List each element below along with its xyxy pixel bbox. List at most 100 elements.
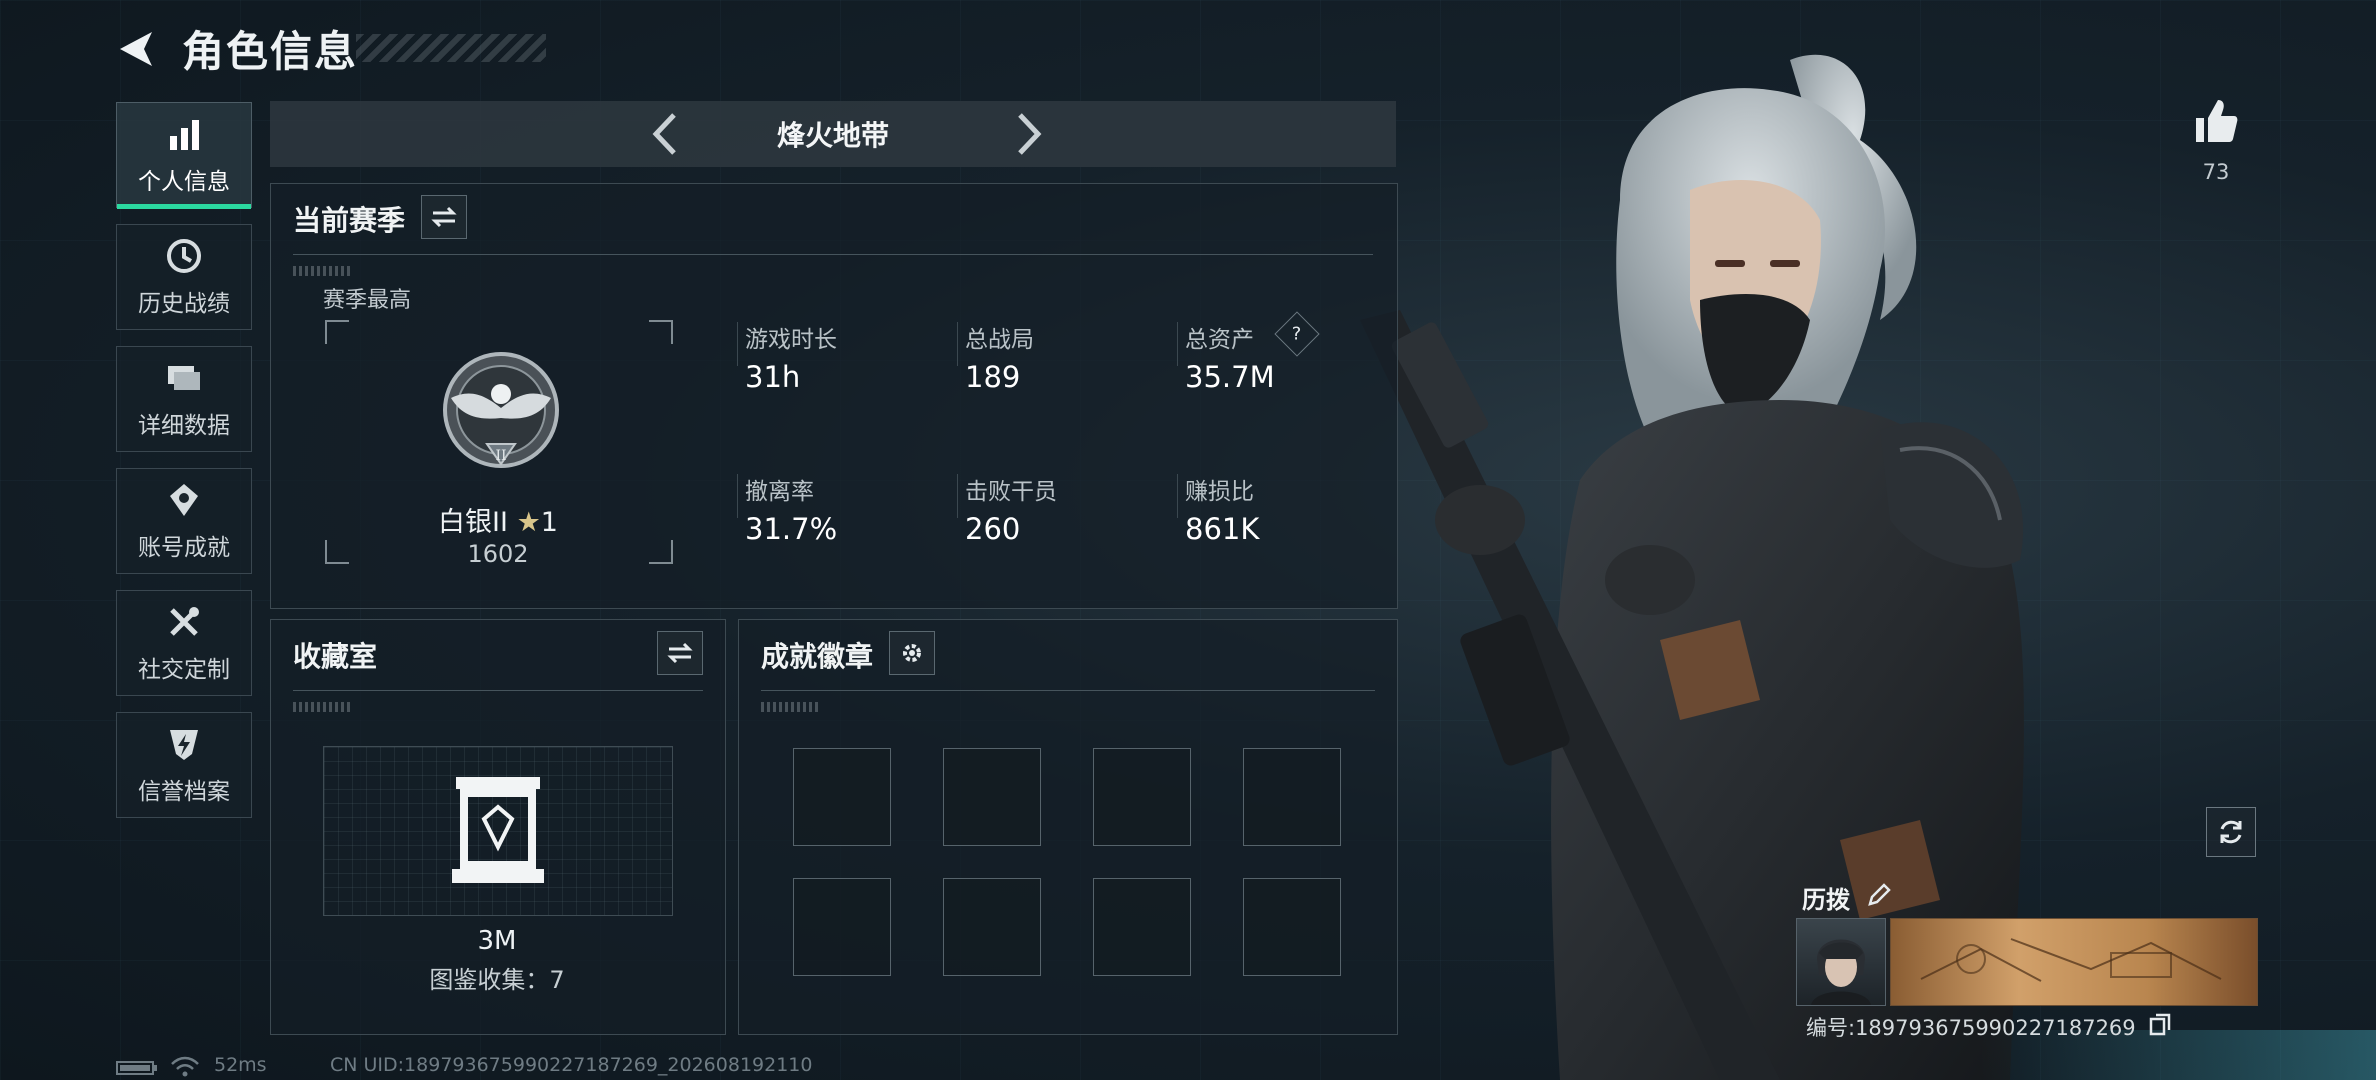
- sidebar-item-detailed-data[interactable]: 详细数据: [116, 346, 252, 452]
- collection-panel[interactable]: 收藏室 3M 图鉴收集：7: [270, 619, 726, 1035]
- edit-pencil-icon[interactable]: [1866, 882, 1892, 908]
- stat-value-profit-ratio: 861K: [1185, 512, 1260, 546]
- achievement-panel[interactable]: 成就徽章: [738, 619, 1398, 1035]
- player-id: 编号:189793675990227187269: [1806, 1016, 2136, 1040]
- badge-slot[interactable]: [1093, 878, 1191, 976]
- badge-slot[interactable]: [1243, 878, 1341, 976]
- page-title: 角色信息: [182, 27, 359, 76]
- sidebar-item-match-history[interactable]: 历史战绩: [116, 224, 252, 330]
- name-card-banner[interactable]: [1890, 918, 2258, 1006]
- collection-switch-button[interactable]: [657, 631, 703, 675]
- stat-separator: [957, 322, 958, 366]
- stat-separator: [1177, 322, 1178, 366]
- ping-value: 52ms: [214, 1054, 267, 1076]
- stat-label-total-assets: 总资产: [1185, 327, 1254, 353]
- stat-separator: [737, 474, 738, 518]
- player-nickname: 历拨: [1802, 886, 1850, 914]
- season-panel-title: 当前赛季: [293, 204, 406, 237]
- collection-value: 3M: [477, 926, 517, 956]
- battery-icon: [116, 1061, 157, 1075]
- rank-line: 白银II ★1: [325, 500, 671, 539]
- svg-text:II: II: [495, 448, 506, 464]
- badge-slot[interactable]: [943, 878, 1041, 976]
- rank-emblem-icon: II: [443, 352, 559, 468]
- sidebar-item-personal-info[interactable]: 个人信息: [116, 102, 252, 209]
- thumbs-up-icon[interactable]: [2190, 96, 2240, 146]
- stat-label-profit-ratio: 赚损比: [1185, 479, 1254, 505]
- bar-chart-icon: [170, 120, 199, 150]
- divider: [293, 254, 1373, 255]
- collection-showcase: [323, 746, 673, 916]
- stat-label-extract-rate: 撤离率: [745, 479, 814, 505]
- sidebar-item-achievements[interactable]: 账号成就: [116, 468, 252, 574]
- achievement-panel-title: 成就徽章: [761, 640, 874, 673]
- title-decoration: [356, 34, 546, 62]
- swap-icon: [667, 642, 693, 664]
- frame-corner: [649, 320, 673, 344]
- gear-icon: [903, 644, 921, 662]
- stat-value-extract-rate: 31.7%: [745, 512, 838, 546]
- divider: [293, 690, 703, 691]
- tools-icon: [170, 607, 199, 636]
- mode-switcher: 烽火地带: [270, 101, 1396, 167]
- folder-icon: [168, 366, 200, 390]
- star-icon: ★: [516, 507, 541, 538]
- stat-label-playtime: 游戏时长: [745, 327, 837, 353]
- clock-icon: [167, 239, 201, 273]
- sidebar-item-credit-file[interactable]: 信誉档案: [116, 712, 252, 818]
- stat-label-kills: 击败干员: [965, 479, 1057, 505]
- sidebar-item-label: 个人信息: [138, 169, 230, 195]
- help-icon: ?: [1292, 323, 1302, 345]
- achievement-settings-button[interactable]: [889, 631, 935, 675]
- badge-slot[interactable]: [1243, 748, 1341, 846]
- stat-separator: [1177, 474, 1178, 518]
- stat-separator: [957, 474, 958, 518]
- sidebar-item-label: 信誉档案: [138, 779, 230, 805]
- shield-bolt-icon: [170, 730, 198, 760]
- uid-text: CN UID:189793675990227187269_20260819211…: [330, 1054, 813, 1076]
- stat-value-total-assets: 35.7M: [1185, 360, 1275, 394]
- stat-value-kills: 260: [965, 512, 1021, 546]
- help-button[interactable]: ?: [1274, 311, 1320, 357]
- season-panel: 当前赛季 赛季最高 II 白银II ★1 1602 游戏时长 31h 总战局 1…: [270, 183, 1398, 609]
- badge-slot[interactable]: [793, 748, 891, 846]
- stat-value-playtime: 31h: [745, 360, 801, 394]
- decorative-lines: [293, 702, 353, 712]
- like-count: 73: [2202, 160, 2230, 184]
- stat-value-total-matches: 189: [965, 360, 1021, 394]
- sidebar-item-social-custom[interactable]: 社交定制: [116, 590, 252, 696]
- chevron-left-icon[interactable]: [642, 109, 692, 159]
- stat-label-total-matches: 总战局: [965, 327, 1034, 353]
- sidebar-item-label: 详细数据: [138, 413, 230, 439]
- divider: [761, 690, 1375, 691]
- avatar[interactable]: [1796, 918, 1886, 1006]
- copy-icon[interactable]: [2148, 1012, 2172, 1036]
- chevron-right-icon[interactable]: [1002, 109, 1052, 159]
- season-best-label: 赛季最高: [323, 288, 412, 313]
- rank-score: 1602: [467, 540, 529, 568]
- rotate-character-button[interactable]: [2206, 807, 2256, 857]
- refresh-icon: [2220, 820, 2242, 844]
- back-arrow-icon[interactable]: [112, 26, 158, 72]
- collection-count: 图鉴收集：7: [429, 966, 565, 994]
- collection-panel-title: 收藏室: [293, 640, 378, 673]
- sidebar-item-label: 账号成就: [138, 535, 230, 561]
- season-switch-button[interactable]: [421, 195, 467, 239]
- sidebar-item-label: 历史战绩: [138, 291, 230, 317]
- decorative-lines: [761, 702, 821, 712]
- rank-stars: 1: [540, 507, 558, 538]
- badge-slot[interactable]: [793, 878, 891, 976]
- blueprint-sketch: [1920, 938, 2222, 982]
- display-case-icon: [452, 777, 544, 883]
- frame-corner: [325, 320, 349, 344]
- achievement-icon: [170, 484, 198, 516]
- mode-title: 烽火地带: [776, 119, 889, 152]
- badge-slot[interactable]: [1093, 748, 1191, 846]
- stat-separator: [737, 322, 738, 366]
- sidebar-item-label: 社交定制: [138, 657, 230, 683]
- wifi-icon: [171, 1056, 199, 1077]
- rank-name: 白银II: [438, 507, 508, 538]
- decorative-lines: [293, 266, 353, 276]
- badge-slot[interactable]: [943, 748, 1041, 846]
- swap-icon: [431, 206, 457, 228]
